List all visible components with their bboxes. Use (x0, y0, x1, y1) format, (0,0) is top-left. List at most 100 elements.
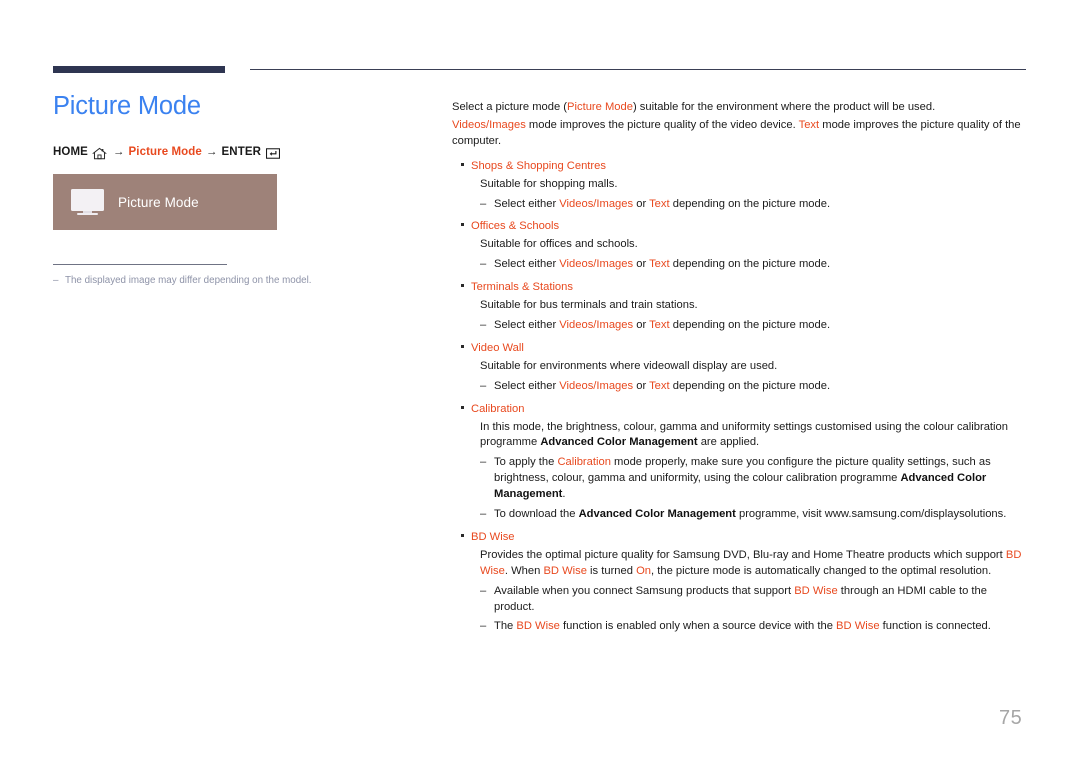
bullet-4-sub-1-run-1[interactable]: Videos/Images (559, 380, 633, 392)
bullet-4-body-run-0: Suitable for environments where videowal… (480, 359, 778, 372)
bullet-3-sub-1-run-0: Select either (494, 318, 560, 331)
bullet-title[interactable]: Terminals & Stations (471, 280, 573, 296)
sub-item-text: Select either Videos/Images or Text depe… (494, 379, 1027, 395)
monitor-icon (71, 188, 104, 216)
bullet-2-body-run-0: Suitable for offices and schools. (480, 238, 638, 251)
bullet-heading-row: BD Wise (452, 530, 1027, 546)
menu-item-picture-mode[interactable]: Picture Mode (53, 174, 277, 231)
bullet-6-body-run-6: , the picture mode is automatically chan… (651, 564, 992, 577)
bullet-dot-icon (452, 341, 471, 348)
bullet-body: Suitable for shopping malls. (480, 177, 1027, 193)
bullet-6-sub-2-run-4: function is connected. (879, 620, 991, 633)
bullet-6-sub-1-run-1[interactable]: BD Wise (794, 585, 838, 597)
bullet-1-sub-1-run-3[interactable]: Text (649, 198, 670, 210)
sub-item-dash: ‒ (480, 258, 487, 271)
bullet-6-body-run-5[interactable]: On (636, 565, 651, 577)
sub-item-dash: ‒ (480, 379, 487, 392)
sub-item-text: Select either Videos/Images or Text depe… (494, 257, 1027, 273)
page-title: Picture Mode (53, 92, 201, 120)
bullet-heading-row: Terminals & Stations (452, 280, 1027, 296)
bullet-3-sub-1-run-1[interactable]: Videos/Images (559, 319, 633, 331)
bullet-title[interactable]: BD Wise (471, 530, 515, 546)
sub-item: ‒ Select either Videos/Images or Text dep… (480, 379, 1027, 395)
bullet-2-sub-1-run-2: or (633, 258, 650, 271)
bullet-5-body-run-2: are applied. (697, 436, 760, 449)
bullet-block-3: Terminals & Stations Suitable for bus ter… (452, 280, 1027, 334)
sub-item: ‒ Select either Videos/Images or Text dep… (480, 197, 1027, 213)
bullet-block-5: Calibration In this mode, the brightness,… (452, 402, 1027, 523)
bullet-2-sub-1-run-4: depending on the picture mode. (669, 258, 831, 271)
bullet-title[interactable]: Shops & Shopping Centres (471, 159, 606, 175)
bullet-5-sub-2-run-1: Advanced Color Management (578, 508, 736, 521)
intro-paragraph-1: Select a picture mode (Picture Mode) sui… (452, 100, 1027, 116)
bullet-3-sub-1-run-3[interactable]: Text (649, 319, 670, 331)
breadcrumb-arrow-2: → (205, 146, 218, 159)
header-rule-accent (53, 66, 225, 73)
sub-item-text: To download the Advanced Color Managemen… (494, 507, 1027, 523)
bullet-1-body-run-0: Suitable for shopping malls. (480, 177, 618, 190)
bullet-title[interactable]: Offices & Schools (471, 219, 559, 235)
sub-item-dash: ‒ (480, 197, 487, 210)
bullet-1-sub-1-run-2: or (633, 197, 650, 210)
bullet-block-6: BD Wise Provides the optimal picture qual… (452, 530, 1027, 635)
bullet-1-sub-1-run-1[interactable]: Videos/Images (559, 198, 633, 210)
bullet-2-sub-1-run-3[interactable]: Text (649, 258, 670, 270)
bullet-6-sub-2-run-3[interactable]: BD Wise (836, 620, 880, 632)
bullet-2-sub-1-run-1[interactable]: Videos/Images (559, 258, 633, 270)
breadcrumb-arrow-1: → (112, 146, 125, 159)
left-column: Picture Mode HOME → Picture Mode → ENTER (53, 92, 433, 287)
bullet-6-sub-2-run-2: function is enabled only when a source d… (559, 620, 837, 633)
bullet-dot-icon (452, 402, 471, 409)
sub-item-dash: ‒ (480, 508, 487, 521)
bullet-4-sub-1-run-3[interactable]: Text (649, 380, 670, 392)
bullet-2-sub-1-run-0: Select either (494, 258, 560, 271)
bullet-title[interactable]: Calibration (471, 402, 524, 418)
sub-item-text: Select either Videos/Images or Text depe… (494, 197, 1027, 213)
footnote: ‒ The displayed image may differ dependi… (53, 274, 433, 287)
enter-key-icon (266, 147, 281, 159)
bullet-5-body-run-1: Advanced Color Management (540, 436, 698, 449)
bullet-6-sub-2-run-1[interactable]: BD Wise (516, 620, 560, 632)
bullet-5-sub-1-run-0: To apply the (494, 456, 558, 469)
sub-item: ‒ Select either Videos/Images or Text dep… (480, 257, 1027, 273)
bullet-body: Suitable for bus terminals and train sta… (480, 298, 1027, 314)
bullet-title[interactable]: Video Wall (471, 341, 524, 357)
bullet-block-4: Video Wall Suitable for environments wher… (452, 341, 1027, 395)
bullet-4-sub-1-run-4: depending on the picture mode. (669, 379, 831, 392)
intro-paragraph-2: Videos/Images mode improves the picture … (452, 118, 1027, 150)
bullet-1-sub-1-run-4: depending on the picture mode. (669, 197, 831, 210)
content-column: Select a picture mode (Picture Mode) sui… (452, 100, 1027, 637)
footnote-dash: ‒ (53, 275, 59, 287)
intro-1-run-1[interactable]: Picture Mode (567, 101, 633, 113)
bullet-3-sub-1-run-4: depending on the picture mode. (669, 318, 831, 331)
bullet-dot-icon (452, 280, 471, 288)
intro-1-run-2: ) suitable for the environment where the… (632, 101, 936, 113)
sub-item-dash: ‒ (480, 318, 487, 331)
bullet-4-sub-1-run-2: or (633, 379, 650, 392)
sub-item-text: To apply the Calibration mode properly, … (494, 455, 1027, 503)
intro-2-run-0[interactable]: Videos/Images (452, 119, 526, 131)
bullet-4-sub-1-run-0: Select either (494, 379, 560, 392)
sub-item-text: Available when you connect Samsung produ… (494, 584, 1027, 616)
bullet-5-sub-1-run-1[interactable]: Calibration (557, 456, 610, 468)
sub-item-dash: ‒ (480, 584, 487, 597)
sub-item-dash: ‒ (480, 620, 487, 633)
bullet-6-sub-1-run-0: Available when you connect Samsung produ… (494, 584, 795, 597)
bullet-body: Provides the optimal picture quality for… (480, 548, 1027, 580)
footnote-text: The displayed image may differ depending… (65, 275, 312, 287)
bullet-3-body-run-0: Suitable for bus terminals and train sta… (480, 299, 698, 312)
bullet-1-sub-1-run-0: Select either (494, 197, 560, 210)
sub-item: ‒ To download the Advanced Color Manageme… (480, 507, 1027, 523)
bullet-heading-row: Offices & Schools (452, 219, 1027, 235)
bullet-6-body-run-3[interactable]: BD Wise (543, 565, 587, 577)
bullet-heading-row: Shops & Shopping Centres (452, 159, 1027, 175)
bullet-block-1: Shops & Shopping Centres Suitable for sho… (452, 159, 1027, 213)
bullet-6-body-run-4: is turned (586, 564, 637, 577)
bullet-6-body-run-0: Provides the optimal picture quality for… (480, 548, 1006, 561)
intro-2-run-2[interactable]: Text (799, 119, 820, 131)
bullet-5-sub-1-run-4: . (562, 488, 566, 501)
header-rule-thin (250, 69, 1026, 70)
bullet-body: In this mode, the brightness, colour, ga… (480, 420, 1027, 452)
page-number: 75 (999, 707, 1023, 729)
footnote-divider (53, 264, 227, 266)
